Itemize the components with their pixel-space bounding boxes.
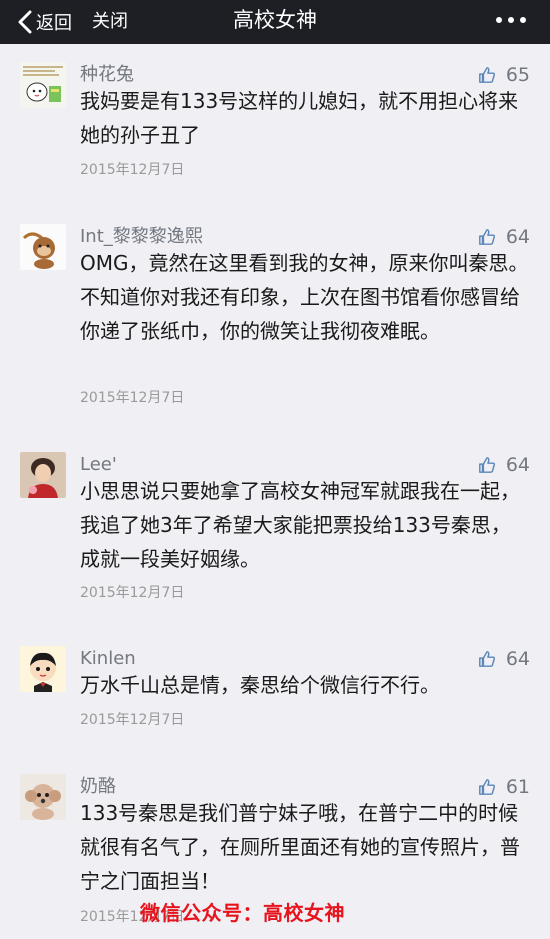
comment-date: 2015年12月7日 — [80, 585, 185, 601]
comment-text: 133号秦思是我们普宁妹子哦，在普宁二中的时候就很有名气了，在厕所里面还有她的宣… — [80, 801, 520, 893]
comment-date: 2015年12月7日 — [80, 712, 185, 728]
avatar[interactable] — [20, 62, 66, 108]
person-photo-avatar-icon — [20, 452, 66, 498]
comment-text: 万水千山总是情，秦思给个微信行不行。 — [80, 673, 440, 697]
cartoon-monkey-avatar-icon — [20, 224, 66, 270]
dot-icon — [496, 17, 502, 23]
dot-icon — [520, 17, 526, 23]
page-title: 高校女神 — [233, 8, 317, 32]
avatar[interactable] — [20, 452, 66, 498]
comment-date: 2015年12月7日 — [80, 390, 185, 406]
thumbs-up-icon — [478, 67, 495, 83]
avatar[interactable] — [20, 774, 66, 820]
thumbs-up-icon — [478, 229, 495, 245]
comment-date: 2015年12月7日 — [80, 162, 185, 178]
avatar[interactable] — [20, 224, 66, 270]
thumbs-up-icon — [478, 779, 495, 795]
comment-text: 小思思说只要她拿了高校女神冠军就跟我在一起，我追了她3年了希望大家能把票投给13… — [80, 479, 520, 571]
avatar[interactable] — [20, 646, 66, 692]
more-options-button[interactable] — [496, 10, 526, 30]
dot-icon — [508, 17, 514, 23]
comment-text: OMG，竟然在这里看到我的女神，原来你叫秦思。不知道你对我还有印象，上次在图书馆… — [80, 251, 529, 343]
thumbs-up-icon — [478, 651, 495, 667]
thumbs-up-icon — [478, 457, 495, 473]
top-nav-bar: 返回 关闭 高校女神 — [0, 0, 550, 44]
watermark-text: 微信公众号：高校女神 — [140, 901, 345, 925]
cartoon-rabbit-avatar-icon — [20, 62, 66, 108]
puppy-photo-avatar-icon — [20, 774, 66, 820]
cartoon-boy-avatar-icon — [20, 646, 66, 692]
comment-text: 我妈要是有133号这样的儿媳妇，就不用担心将来她的孙子丑了 — [80, 89, 519, 147]
